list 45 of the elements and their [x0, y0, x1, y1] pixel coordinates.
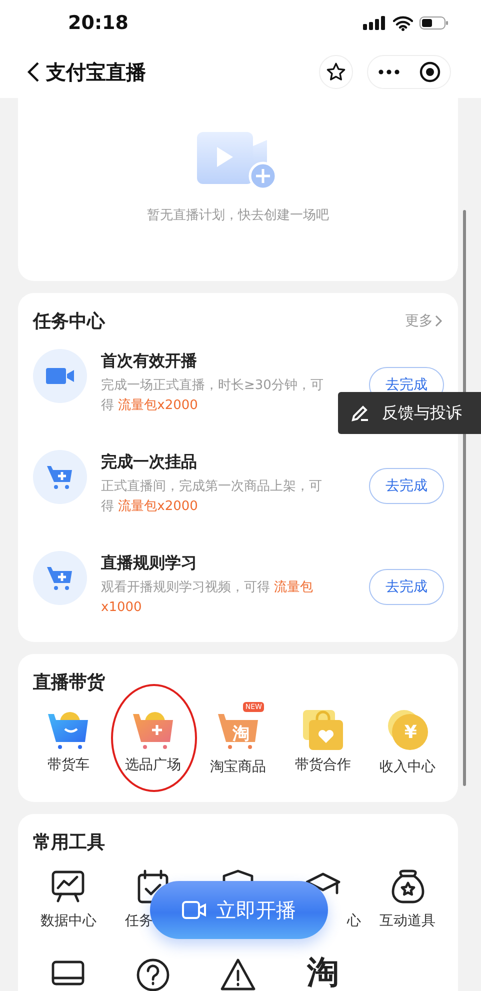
cart-plus-icon: [46, 565, 74, 591]
tool-label[interactable]: 心: [347, 912, 362, 930]
pencil-icon: [350, 403, 370, 423]
bag-heart-icon: [300, 708, 345, 750]
shortcut-label[interactable]: 淘宝商品: [210, 758, 266, 776]
shortcut-label[interactable]: 收入中心: [380, 758, 436, 776]
empty-hint: 暂无直播计划，快去创建一场吧: [147, 207, 329, 224]
warning-icon: [218, 956, 257, 991]
tool-label[interactable]: 任务: [124, 912, 153, 930]
tao-glyph: 淘: [232, 726, 250, 742]
task-description: 完成一场正式直播，时长≥30分钟，可得 流量包x2000: [101, 377, 324, 415]
shortcut-label[interactable]: 选品广场: [125, 756, 182, 774]
chevron-right-icon: [435, 315, 443, 327]
tool-label[interactable]: 数据中心: [40, 912, 96, 930]
cart-plus-icon: [46, 464, 74, 490]
star-icon: [326, 62, 346, 82]
page-title: 支付宝直播: [46, 58, 147, 86]
task-title: 完成一次挂品: [101, 452, 198, 473]
close-target-icon[interactable]: [418, 61, 440, 83]
status-time: 20:18: [68, 12, 128, 34]
signal-icon: [363, 16, 387, 30]
tool-label[interactable]: 互动道具: [380, 912, 436, 930]
section-title: 直播带货: [33, 671, 105, 694]
shortcut-label[interactable]: 带货车: [47, 756, 90, 774]
complete-button[interactable]: 去完成: [369, 569, 444, 605]
go-live-button[interactable]: 立即开播: [150, 881, 328, 939]
section-title: 任务中心: [33, 310, 105, 333]
task-description: 正式直播间，完成第一次商品上架，可得 流量包x2000: [101, 478, 323, 516]
coin-icon: [386, 708, 430, 752]
task-title: 首次有效开播: [101, 351, 198, 372]
favorite-button[interactable]: [319, 55, 353, 89]
section-title: 常用工具: [33, 831, 105, 854]
more-icon[interactable]: [378, 69, 400, 75]
shortcut-label[interactable]: 带货合作: [294, 756, 351, 774]
back-icon[interactable]: [26, 61, 40, 83]
video-camera-icon: [46, 365, 74, 387]
video-camera-icon: [182, 901, 206, 919]
task-description: 观看开播规则学习视频，可得 流量包x1000: [101, 579, 314, 617]
battery-icon: [419, 16, 449, 30]
wifi-icon: [393, 16, 413, 30]
tao-logo: 淘: [306, 956, 339, 988]
complete-button[interactable]: 去完成: [369, 468, 444, 504]
feedback-tooltip[interactable]: 反馈与投诉: [338, 392, 481, 434]
yen-glyph: ¥: [404, 724, 417, 742]
task-title: 直播规则学习: [101, 553, 198, 574]
